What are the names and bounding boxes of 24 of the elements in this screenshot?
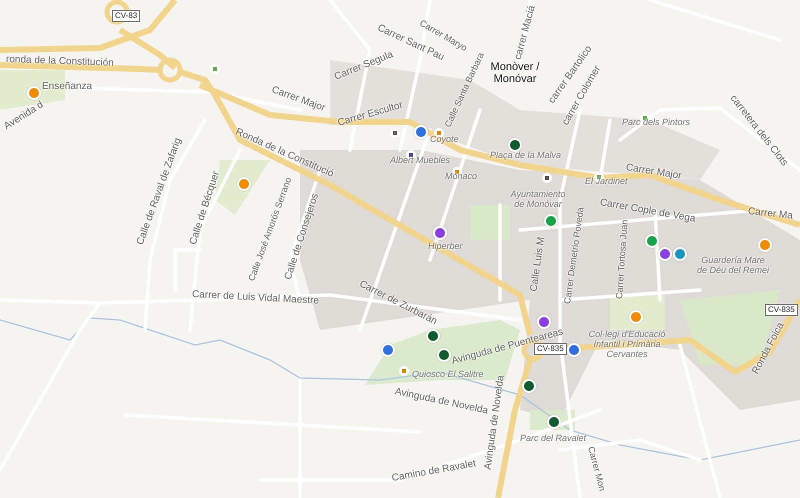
street-label: Carrer Major [270, 84, 327, 114]
street-label: Carrer Escultor [336, 100, 404, 129]
road-number-badge: CV-83 [112, 10, 140, 22]
place-label: Guardería Mare de Déu del Remei [696, 256, 770, 276]
place-label: Mónaco [445, 172, 478, 182]
street-label: Enseñanza [42, 81, 92, 92]
place-label: Parc dels Pintors [622, 118, 690, 128]
street-label: Carrer de Luis Vidal Maestre [192, 289, 320, 307]
place-label: Albert Muebles [390, 156, 450, 166]
street-label: Calle Luis M [528, 236, 548, 292]
place-label: Quiosco El Salitre [412, 370, 484, 380]
place-label: Ayuntamiento de Monóvar [510, 190, 566, 210]
street-label: Avinguda de Novelda [394, 386, 489, 417]
street-label: Carrer Mon [585, 446, 607, 492]
street-label: Carrer Ma [747, 206, 794, 222]
street-label: Carrer Segula [332, 49, 395, 83]
place-label: Parc del Ravalet [520, 434, 586, 444]
place-label: Plaça de la Malva [490, 151, 562, 161]
road-number-badge: CV-835 [765, 304, 798, 316]
street-label: Carrer Demetrio Poveda [563, 206, 586, 305]
street-label: carrer Maciá [512, 4, 538, 61]
street-label: Camino de Ravalet [391, 458, 477, 484]
street-label: Carrer Tortosa Juan [615, 219, 630, 300]
town-label: Monòver / Monóvar [490, 61, 540, 86]
